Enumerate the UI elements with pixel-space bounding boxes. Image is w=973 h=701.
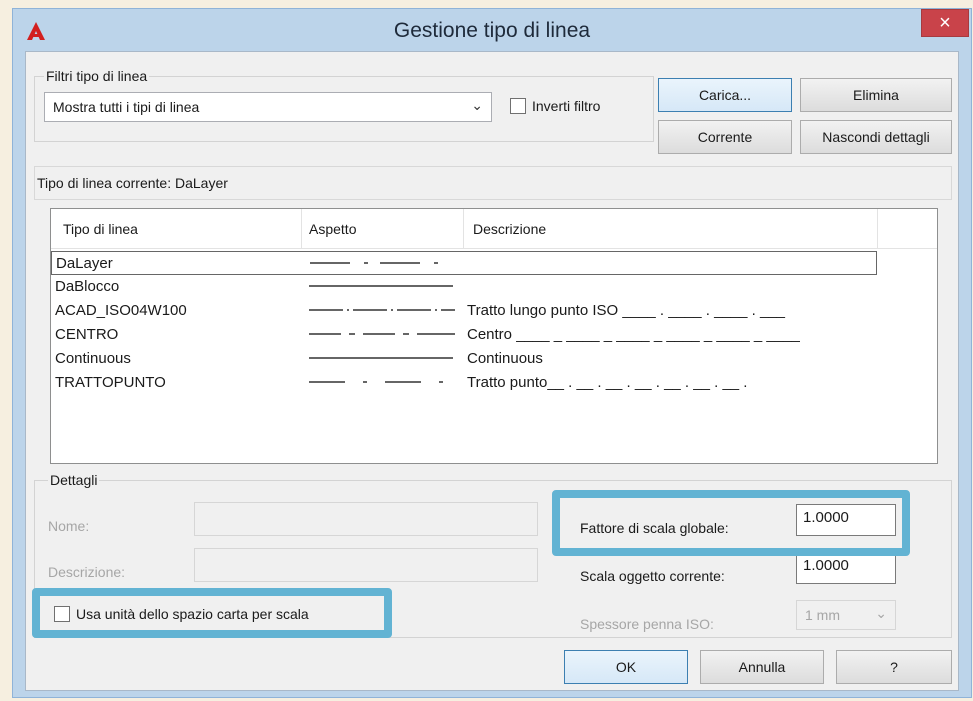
chevron-down-icon: ⌄: [875, 605, 887, 621]
name-field: [194, 502, 538, 536]
linetype-name: CENTRO: [55, 326, 119, 343]
current-linetype-bar: Tipo di linea corrente: DaLayer: [34, 166, 952, 200]
linetype-preview: [309, 285, 453, 287]
current-linetype-label: Tipo di linea corrente: DaLayer: [37, 175, 228, 191]
description-label: Descrizione:: [48, 564, 126, 580]
linetype-name: DaLayer: [56, 255, 113, 272]
filter-group-legend: Filtri tipo di linea: [44, 68, 150, 84]
column-separator: [301, 209, 302, 249]
window-title: Gestione tipo di linea: [393, 19, 591, 42]
details-group-legend: Dettagli: [48, 472, 100, 488]
linetype-name: DaBlocco: [55, 278, 120, 295]
linetype-description: Continuous: [467, 350, 543, 367]
list-item-acad-iso04w100[interactable]: ACAD_ISO04W100 Tratto lungo punto ISO __…: [51, 299, 937, 323]
description-field: [194, 548, 538, 582]
name-label: Nome:: [48, 518, 90, 534]
delete-button[interactable]: Elimina: [800, 78, 952, 112]
invert-filter-checkbox[interactable]: [510, 98, 526, 114]
object-scale-label: Scala oggetto corrente:: [580, 568, 725, 584]
highlight-paper-space-units: [32, 588, 392, 638]
filter-selected-value: Mostra tutti i tipi di linea: [53, 99, 200, 115]
help-button[interactable]: ?: [836, 650, 952, 684]
highlight-global-scale: [552, 490, 910, 556]
list-item-trattopunto[interactable]: TRATTOPUNTO Tratto punto__ . __ . __ . _…: [51, 371, 937, 395]
pen-width-combobox: 1 mm ⌄: [796, 600, 896, 630]
linetype-name: Continuous: [55, 350, 131, 367]
linetype-name: ACAD_ISO04W100: [55, 302, 187, 319]
dialog-body: Filtri tipo di linea Mostra tutti i tipi…: [25, 51, 959, 691]
linetype-preview: [309, 333, 455, 335]
set-current-button[interactable]: Corrente: [658, 120, 792, 154]
linetype-preview: [309, 309, 455, 311]
object-scale-input[interactable]: 1.0000: [796, 552, 896, 584]
linetype-preview: [309, 381, 443, 383]
linetype-description: Tratto punto__ . __ . __ . __ . __ . __ …: [467, 374, 748, 391]
chevron-down-icon: ⌄: [471, 97, 483, 113]
list-item-dablocco[interactable]: DaBlocco: [51, 275, 937, 299]
column-header-description[interactable]: Descrizione: [473, 221, 546, 237]
ok-button[interactable]: OK: [564, 650, 688, 684]
linetype-manager-window: Gestione tipo di linea × Filtri tipo di …: [12, 8, 972, 698]
pen-width-label: Spessore penna ISO:: [580, 616, 714, 632]
list-header: Tipo di linea Aspetto Descrizione: [51, 209, 937, 249]
column-separator: [463, 209, 464, 249]
invert-filter-label: Inverti filtro: [532, 98, 601, 114]
list-item-dalayer[interactable]: DaLayer: [51, 251, 877, 275]
linetype-name: TRATTOPUNTO: [55, 374, 166, 391]
column-separator: [877, 209, 878, 249]
linetype-preview: [310, 262, 438, 264]
filter-combobox[interactable]: Mostra tutti i tipi di linea ⌄: [44, 92, 492, 122]
column-header-appearance[interactable]: Aspetto: [309, 221, 356, 237]
title-bar: Gestione tipo di linea ×: [13, 9, 971, 51]
list-item-continuous[interactable]: Continuous Continuous: [51, 347, 937, 371]
hide-details-button[interactable]: Nascondi dettagli: [800, 120, 952, 154]
column-header-linetype[interactable]: Tipo di linea: [63, 221, 138, 237]
pen-width-value: 1 mm: [805, 607, 840, 623]
linetype-description: Tratto lungo punto ISO ____ . ____ . ___…: [467, 302, 786, 319]
linetype-preview: [309, 357, 453, 359]
linetype-description: Centro ____ _ ____ _ ____ _ ____ _ ____ …: [467, 326, 800, 343]
list-item-centro[interactable]: CENTRO Centro ____ _ ____ _ ____ _ ____ …: [51, 323, 937, 347]
cancel-button[interactable]: Annulla: [700, 650, 824, 684]
load-button[interactable]: Carica...: [658, 78, 792, 112]
linetype-list[interactable]: Tipo di linea Aspetto Descrizione DaLaye…: [50, 208, 938, 464]
close-button[interactable]: ×: [921, 9, 969, 37]
